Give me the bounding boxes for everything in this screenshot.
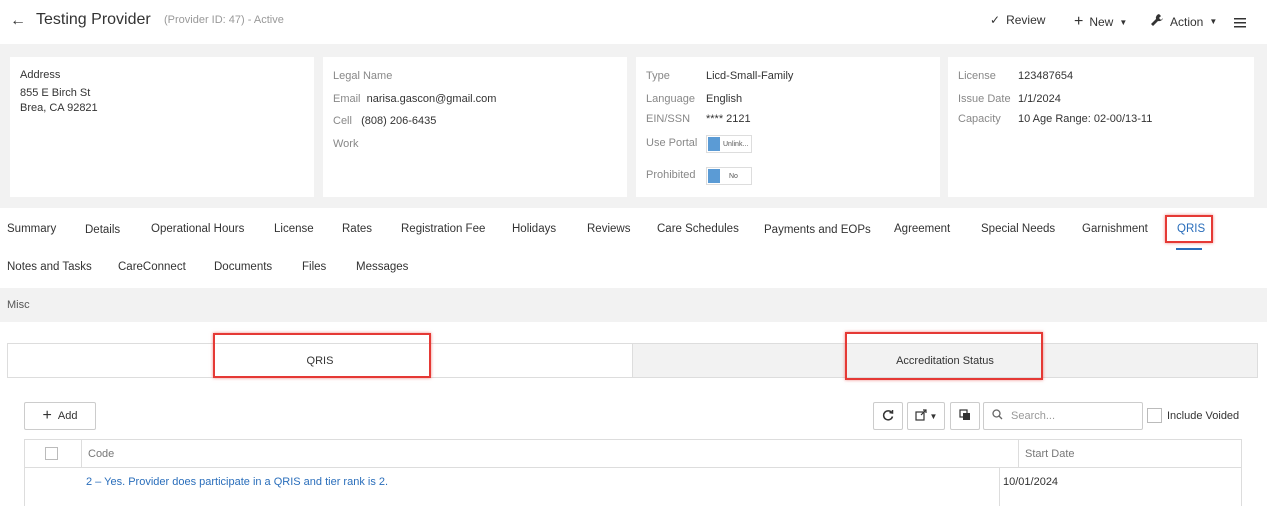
capacity-value: 10 Age Range: 02-00/13-11 [1018,113,1153,125]
tab-details[interactable]: Details [85,224,120,236]
type-value: Licd-Small-Family [706,70,794,82]
use-portal-toggle[interactable]: Unlink... [706,135,752,153]
prohibited-toggle[interactable]: No [706,167,752,185]
issue-date-value: 1/1/2024 [1018,93,1061,105]
refresh-button[interactable] [873,402,903,430]
start-date-cell: 10/01/2024 [1003,476,1059,488]
tab-holidays[interactable]: Holidays [512,223,556,235]
column-header-start-date[interactable]: Start Date [1019,440,1241,468]
page-header: ← Testing Provider (Provider ID: 47) - A… [0,0,1267,44]
tab-files[interactable]: Files [302,261,326,273]
page-title: Testing Provider [36,11,151,28]
caret-down-icon: ▼ [929,411,938,421]
tab-reviews[interactable]: Reviews [587,223,630,235]
tab-careconnect[interactable]: CareConnect [118,261,186,273]
tab-messages[interactable]: Messages [356,261,408,273]
plus-icon: + [1074,13,1084,30]
back-arrow-icon[interactable]: ← [10,12,26,30]
license-label: License [958,70,996,82]
qris-subtabs: QRIS Accreditation Status [7,343,1258,378]
tab-summary[interactable]: Summary [7,223,56,235]
tab-qris[interactable]: QRIS [1177,223,1205,235]
tab-operational-hours[interactable]: Operational Hours [151,223,244,235]
tab-registration-fee[interactable]: Registration Fee [401,223,485,235]
provider-type-card: Type Licd-Small-Family Language English … [636,57,940,197]
action-button[interactable]: Action ▼ [1150,13,1217,30]
email-value: narisa.gascon@gmail.com [366,93,497,105]
select-all-checkbox[interactable] [45,447,58,460]
caret-down-icon: ▼ [1209,17,1218,26]
qris-content: QRIS Accreditation Status + Add ▼ Includ… [0,322,1267,506]
subtab-accreditation-status[interactable]: Accreditation Status [632,344,1257,377]
tab-documents[interactable]: Documents [214,261,272,273]
provider-id-status: (Provider ID: 47) - Active [164,14,284,26]
tab-rates[interactable]: Rates [342,223,372,235]
new-button[interactable]: + New ▼ [1074,13,1127,31]
misc-label: Misc [7,299,30,311]
export-icon [914,408,927,424]
column-header-code[interactable]: Code [82,440,1019,468]
include-voided-checkbox[interactable] [1147,408,1162,423]
review-button[interactable]: ✓ Review [990,13,1045,27]
language-label: Language [646,93,695,105]
work-label: Work [333,138,359,150]
refresh-icon [882,409,894,424]
include-voided-label: Include Voided [1167,409,1240,422]
tab-agreement[interactable]: Agreement [894,223,950,235]
cell-divider [999,468,1000,506]
plus-icon: + [42,407,52,424]
add-button[interactable]: + Add [24,402,96,430]
qris-grid: Code Start Date 2 – Yes. Provider does p… [24,439,1242,506]
address-line1: 855 E Birch St [20,87,91,99]
capacity-label: Capacity [958,113,1001,125]
hamburger-menu-icon[interactable] [1234,17,1246,31]
tab-license[interactable]: License [274,223,314,235]
prohibited-label: Prohibited [646,169,696,181]
misc-section: Misc [0,288,1267,322]
type-label: Type [646,70,670,82]
cell-row: Cell (808) 206-6435 [333,115,437,127]
tab-care-schedules[interactable]: Care Schedules [657,223,739,235]
subtab-qris[interactable]: QRIS [8,344,632,377]
tab-special-needs[interactable]: Special Needs [981,223,1055,235]
tab-notes-and-tasks[interactable]: Notes and Tasks [7,261,92,273]
address-line2: Brea, CA 92821 [20,102,98,114]
address-label: Address [20,69,61,81]
checkmark-icon: ✓ [990,13,1001,27]
search-input[interactable] [1011,410,1131,422]
legal-name-label: Legal Name [333,70,393,82]
select-all-header [25,440,82,468]
use-portal-label: Use Portal [646,137,698,149]
search-box[interactable] [983,402,1143,430]
cell-value: (808) 206-6435 [361,115,437,127]
email-row: Email narisa.gascon@gmail.com [333,93,497,105]
caret-down-icon: ▼ [1119,17,1128,27]
ein-label: EIN/SSN [646,113,691,125]
provider-tabs: Summary Details Operational Hours Licens… [0,208,1267,288]
search-icon [992,409,1003,423]
tab-payments-and-eops[interactable]: Payments and EOPs [764,224,871,236]
tab-garnishment[interactable]: Garnishment [1082,223,1148,235]
wrench-icon [1150,13,1164,30]
address-card: Address 855 E Birch St Brea, CA 92821 [10,57,314,197]
active-tab-indicator [1176,248,1202,250]
qris-code-link[interactable]: 2 – Yes. Provider does participate in a … [86,476,388,488]
copy-button[interactable] [950,402,980,430]
contact-card: Legal Name Email narisa.gascon@gmail.com… [323,57,627,197]
ein-value: **** 2121 [706,113,751,125]
language-value: English [706,93,743,105]
include-voided-option[interactable]: Include Voided [1147,408,1239,423]
license-value: 123487654 [1018,70,1074,82]
issue-date-label: Issue Date [958,93,1011,105]
license-card: License 123487654 Issue Date 1/1/2024 Ca… [948,57,1254,197]
copy-icon [959,408,971,424]
export-button[interactable]: ▼ [907,402,945,430]
